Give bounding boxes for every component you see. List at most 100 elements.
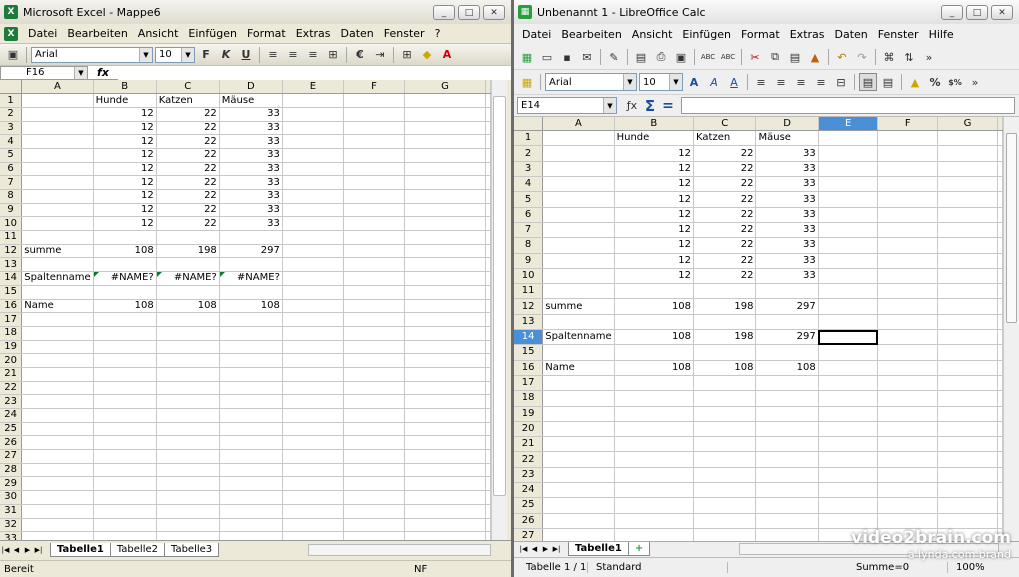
cell[interactable] [614,314,695,331]
menu-item[interactable]: Hilfe [924,28,959,41]
cell[interactable] [93,394,157,409]
cell[interactable] [219,408,283,423]
cell[interactable]: 22 [156,121,220,136]
cell[interactable]: 108 [156,299,220,314]
cell[interactable] [877,207,939,223]
cell[interactable] [343,367,405,382]
cell[interactable] [542,237,615,254]
cell[interactable] [818,421,879,438]
cell[interactable] [693,406,757,422]
row-header[interactable]: 1 [514,130,544,147]
row-header[interactable]: 15 [514,344,544,361]
cell[interactable] [93,340,157,355]
cell[interactable] [693,375,757,392]
cell[interactable] [282,326,344,341]
cell[interactable] [343,299,405,314]
cell[interactable]: 33 [219,175,283,190]
cell[interactable]: 12 [93,107,157,122]
cell[interactable] [404,175,487,190]
cell[interactable] [542,406,615,422]
cell[interactable] [93,353,157,368]
more-icon[interactable]: » [920,48,938,66]
cell[interactable] [404,531,487,540]
cell[interactable] [21,340,94,355]
cell[interactable] [818,283,879,300]
cell[interactable] [343,381,405,396]
row-header[interactable]: 3 [514,161,544,178]
row-header[interactable]: 20 [0,353,23,368]
cell[interactable] [755,528,819,541]
cell[interactable] [219,326,283,341]
row-header[interactable]: 8 [514,237,544,254]
cell[interactable] [818,436,879,453]
cell[interactable]: 33 [755,268,819,285]
font-color-icon[interactable]: A [438,46,456,64]
cell[interactable] [877,191,939,208]
cell[interactable] [156,394,220,409]
cell[interactable]: 33 [755,237,819,254]
cell[interactable] [219,518,283,533]
cell[interactable] [219,257,283,273]
cell[interactable] [219,463,283,478]
cell[interactable] [755,497,819,514]
cell[interactable] [21,107,94,122]
cell[interactable]: 12 [614,207,695,223]
row-header[interactable]: 23 [0,394,23,409]
cell[interactable] [404,394,487,409]
row-header[interactable]: 4 [0,134,23,149]
cell[interactable]: 22 [693,268,757,285]
cell[interactable]: summe [542,298,615,315]
row-header[interactable]: 18 [514,390,544,407]
cell[interactable]: 108 [219,299,283,314]
cell[interactable] [542,436,615,453]
cell[interactable] [614,467,695,484]
italic-icon[interactable]: K [217,46,235,64]
cell[interactable] [21,381,94,396]
cell[interactable] [693,528,757,541]
cell[interactable]: 33 [219,216,283,232]
cell[interactable] [877,436,939,453]
row-header[interactable]: 11 [514,283,544,300]
currency-icon[interactable]: € [351,46,369,64]
row-header[interactable]: 32 [0,518,23,533]
cell[interactable] [542,207,615,223]
row-header[interactable]: 11 [0,230,23,245]
cell[interactable]: 108 [755,360,819,376]
cell[interactable] [877,222,939,239]
cell[interactable] [282,367,344,382]
cell[interactable]: 22 [156,189,220,204]
cell[interactable] [818,329,879,346]
cell[interactable] [937,237,998,254]
cell[interactable] [877,329,939,346]
add-sheet-icon[interactable]: + [627,542,651,556]
merge-center-icon[interactable]: ⊞ [324,46,342,64]
cell[interactable] [693,451,757,468]
cut-icon[interactable]: ✂ [746,48,764,66]
first-sheet-icon[interactable]: |◀ [518,543,529,555]
menu-item[interactable]: Bearbeiten [62,27,132,40]
cell[interactable] [693,497,757,514]
cell[interactable] [614,344,695,361]
row-header[interactable]: 28 [0,463,23,478]
cell[interactable] [693,421,757,438]
cell[interactable] [343,107,405,122]
cell[interactable] [937,283,998,300]
cell[interactable]: 297 [755,329,819,346]
cell[interactable] [693,344,757,361]
cell[interactable]: 12 [614,191,695,208]
row-header[interactable]: 23 [514,467,544,484]
cell[interactable]: 22 [156,148,220,163]
row-header[interactable]: 18 [0,326,23,341]
cell[interactable] [219,490,283,505]
cell[interactable] [282,504,344,519]
cell[interactable] [21,518,94,533]
cell[interactable] [614,482,695,499]
row-header[interactable]: 12 [0,244,23,259]
row-header[interactable]: 9 [0,203,23,218]
cell[interactable] [614,513,695,529]
cell[interactable] [404,381,487,396]
sheet-tab[interactable]: Tabelle1 [50,542,111,557]
cell[interactable]: Katzen [693,130,757,147]
cell[interactable]: 33 [219,189,283,204]
cell[interactable] [156,367,220,382]
